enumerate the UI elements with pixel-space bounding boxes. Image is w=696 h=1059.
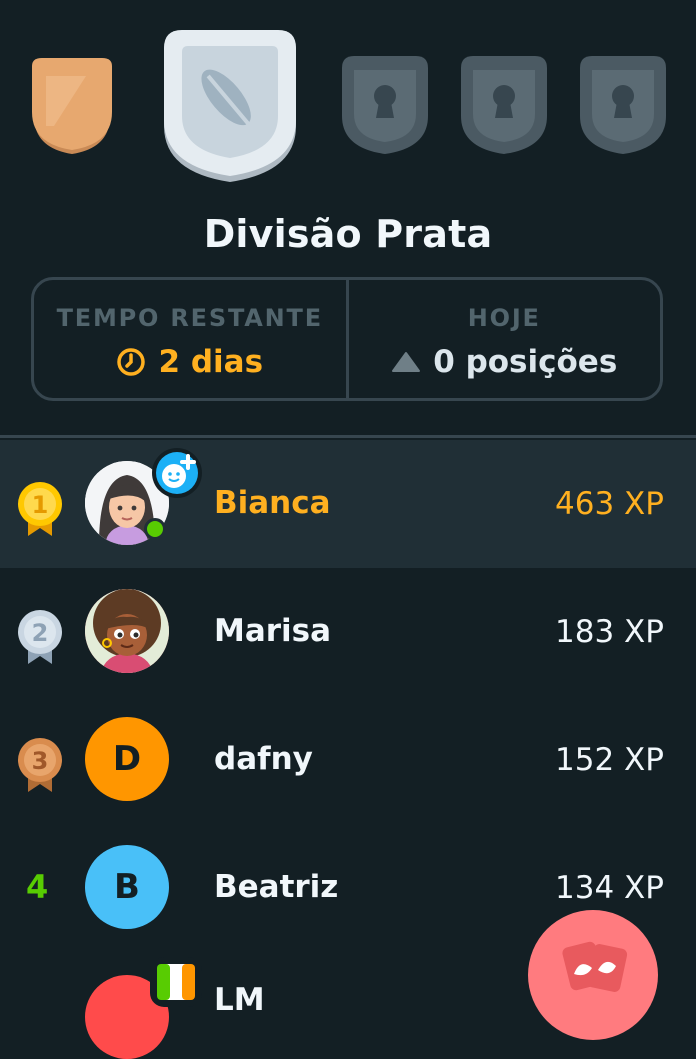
user-xp: 152 XP [555,742,664,778]
avatar[interactable]: B [85,845,169,929]
time-remaining-label: TEMPO RESTANTE [56,304,323,332]
leaderboard-row[interactable]: 2 Marisa 183 XP [0,568,696,696]
locked-league-badge[interactable] [457,54,551,158]
silver-league-badge[interactable] [160,28,300,186]
league-stats-card: TEMPO RESTANTE 2 dias HOJE 0 posições [31,277,663,401]
today-value-row: 0 posições [349,344,661,380]
user-name: dafny [214,741,313,777]
rank-number: 2 [32,619,49,647]
leaderboard-row[interactable]: 3 D dafny 152 XP [0,696,696,824]
gold-medal-icon: 1 [18,482,62,536]
user-xp: 463 XP [555,486,664,522]
avatar-letter: D [112,739,142,779]
locked-league-badge[interactable] [576,54,670,158]
avatar-letter: B [114,867,140,907]
league-badges [0,0,696,200]
clock-icon [117,348,146,376]
friends-quest-button[interactable] [528,910,658,1040]
leaderboard-row-current-user[interactable]: 1 Bianca 463 XP [0,440,696,568]
flag-icon [150,957,202,1007]
user-name: Beatriz [214,869,339,905]
super-plus-icon [152,448,202,498]
avatar[interactable]: D [85,717,169,801]
league-title: Divisão Prata [203,212,493,256]
user-xp: 183 XP [555,614,664,650]
leaderboard-divider [0,435,696,438]
rank-number: 1 [32,491,49,519]
duo-cards-icon [562,941,628,992]
silver-medal-icon: 2 [18,610,62,664]
bronze-medal-icon: 3 [18,738,62,792]
triangle-up-icon [392,352,421,372]
locked-league-badge[interactable] [338,54,432,158]
online-status-dot [144,518,166,540]
user-name: Bianca [214,485,331,521]
bronze-league-badge[interactable] [26,56,118,158]
today-label: HOJE [467,304,541,332]
avatar-illustration [85,589,169,673]
avatar[interactable] [85,589,169,673]
today-value: 0 posições [433,344,618,380]
user-name: Marisa [214,613,332,649]
user-name: LM [214,982,265,1018]
user-xp: 134 XP [555,870,664,906]
time-remaining-stat: TEMPO RESTANTE 2 dias [34,280,346,398]
rank-number: 4 [26,868,49,906]
rank-number: 3 [32,747,49,775]
time-remaining-value: 2 dias [158,344,264,380]
time-remaining-value-row: 2 dias [34,344,346,380]
today-stat: HOJE 0 posições [345,280,661,398]
